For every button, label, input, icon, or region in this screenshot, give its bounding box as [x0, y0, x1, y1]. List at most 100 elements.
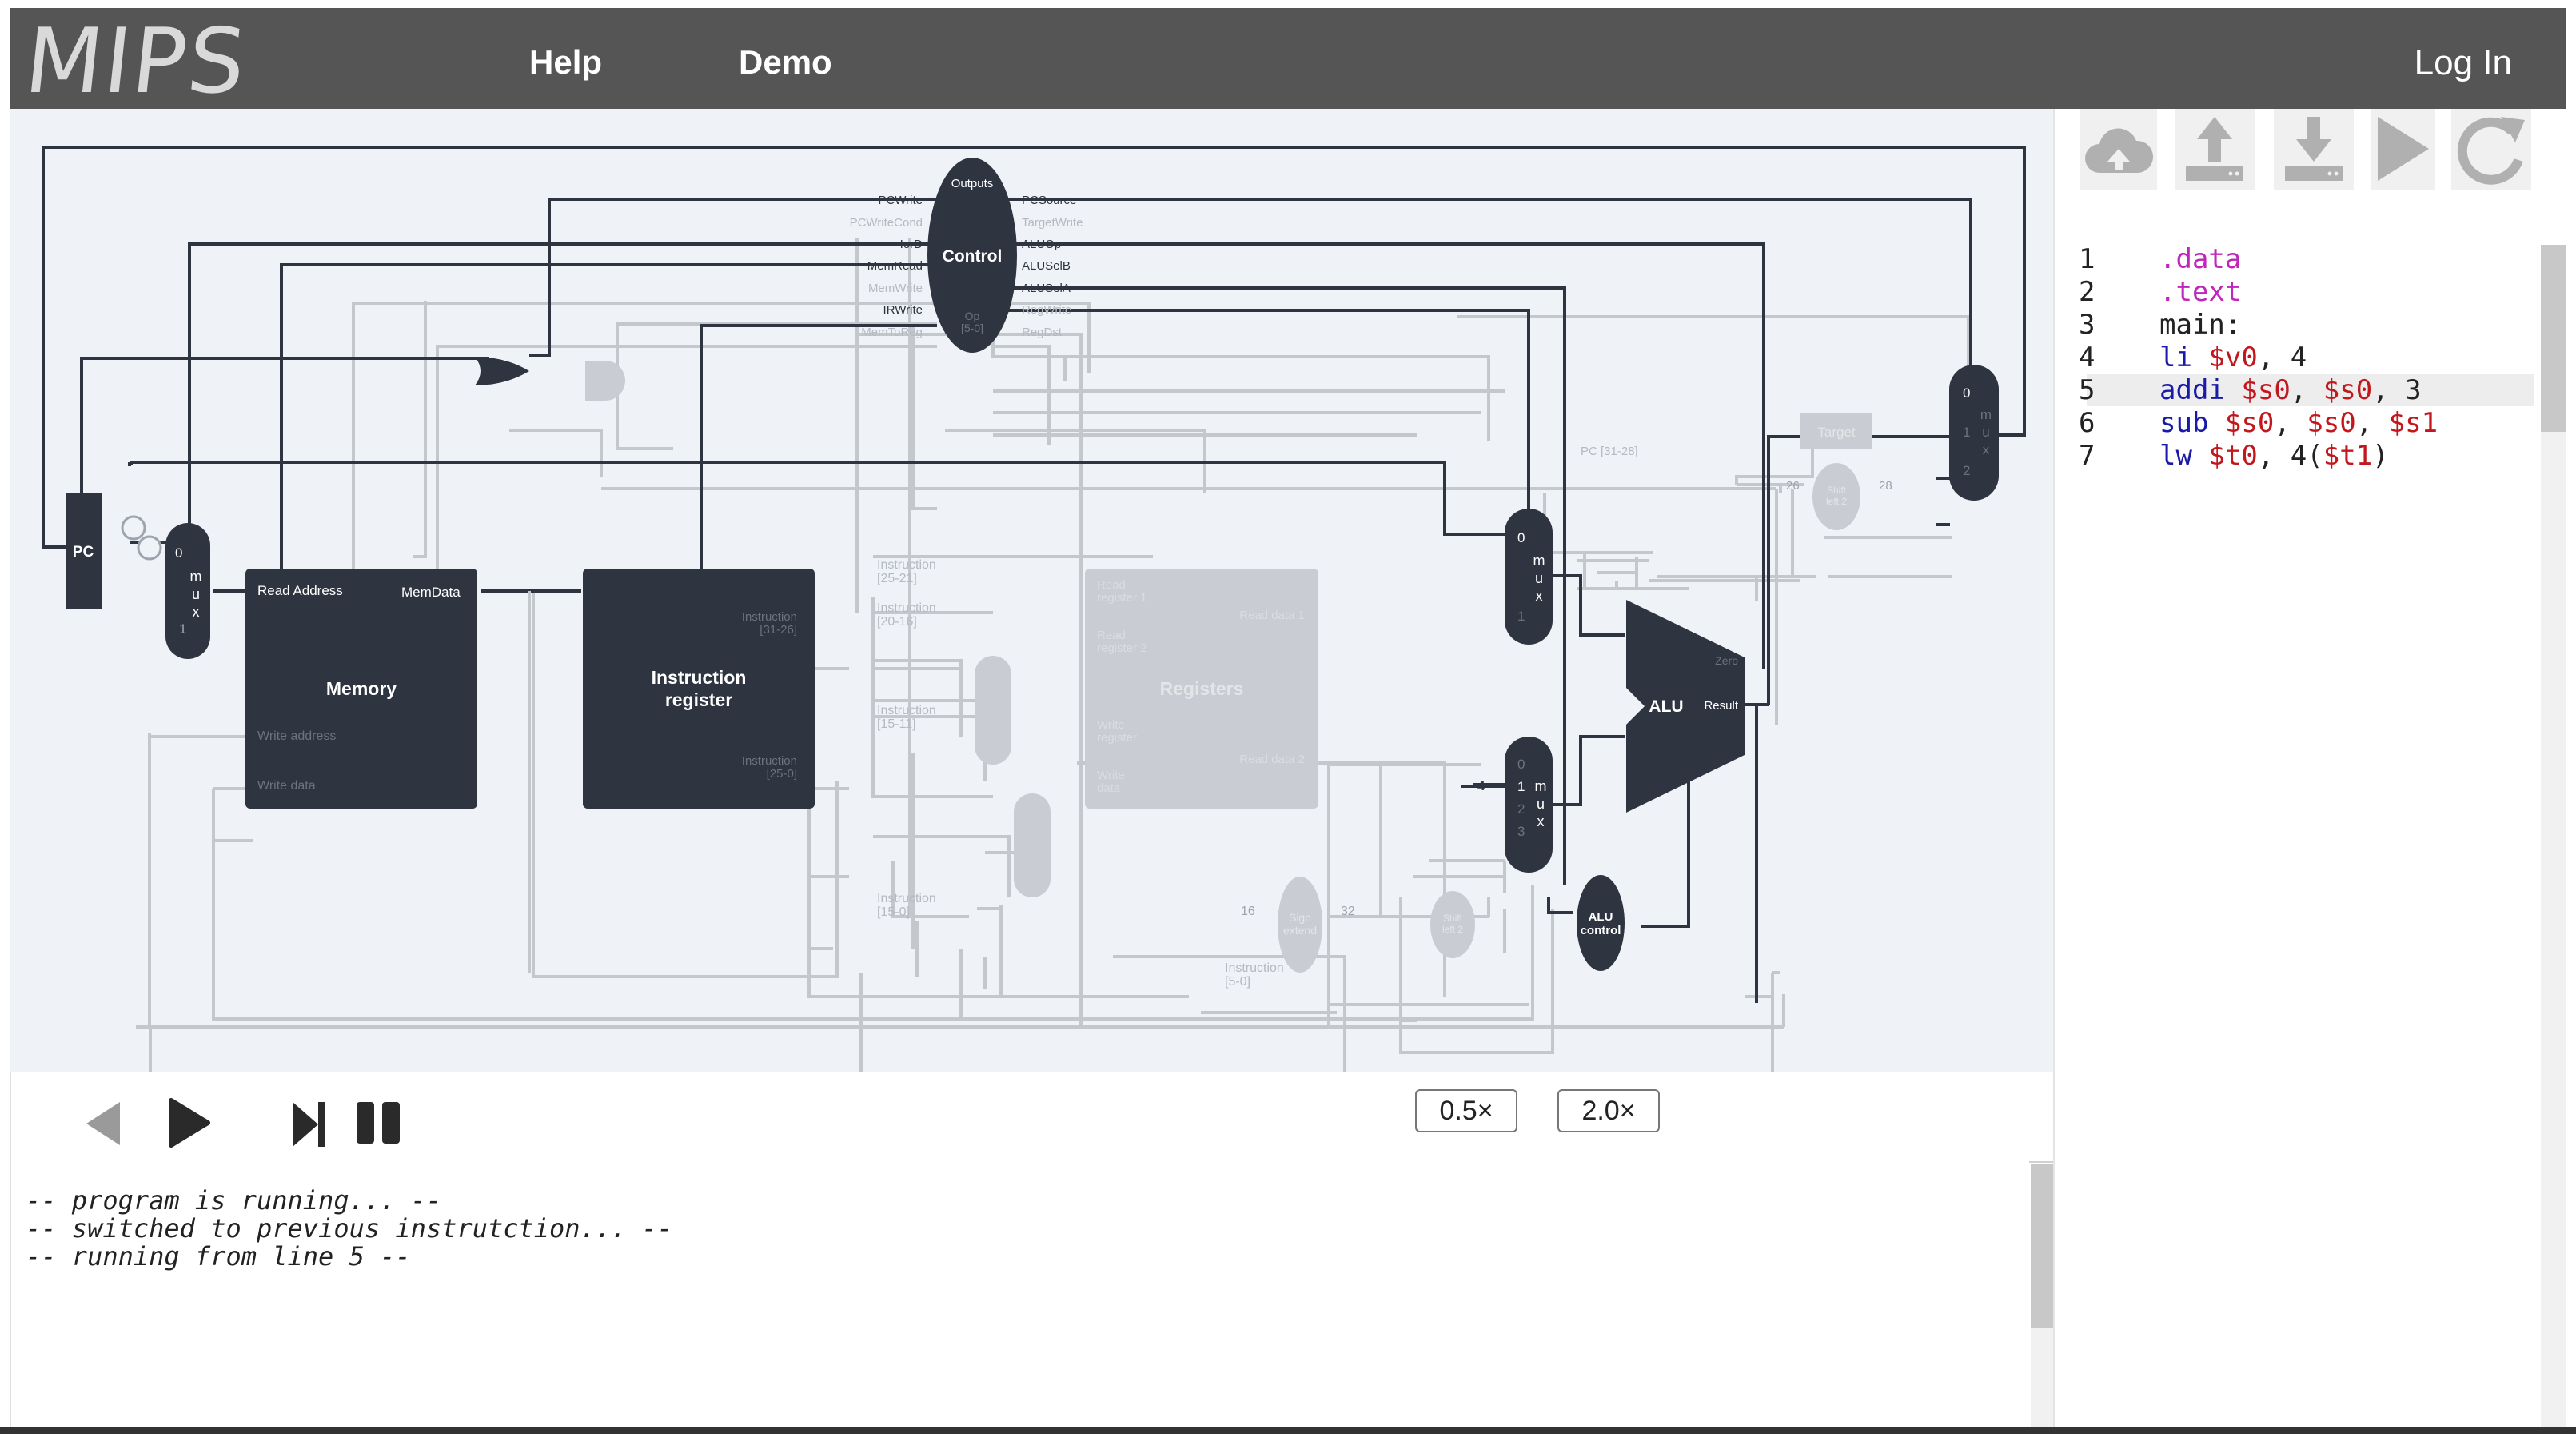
mux-input-label: 1: [179, 621, 186, 637]
field-label: Instruction: [877, 558, 936, 572]
mux-letter: x: [1537, 813, 1545, 829]
alu-control-label: ALU: [1589, 910, 1613, 924]
bits-label: 28: [1879, 479, 1892, 493]
app-logo[interactable]: MIPS: [20, 10, 252, 114]
code-line[interactable]: 7 lw $t0, 4($t1): [2055, 440, 2534, 472]
playback-controls: 0.5× 2.0×: [10, 1072, 2055, 1163]
console-output[interactable]: -- program is running... -- -- switched …: [10, 1161, 2029, 1434]
ir-port-label: [25-0]: [767, 767, 797, 781]
code-token: $s0: [2323, 374, 2373, 406]
step-back-icon: [86, 1102, 120, 1145]
mux-input-label: 0: [175, 545, 182, 561]
mux-letter: u: [1535, 570, 1543, 586]
code-token: $s0: [2241, 374, 2291, 406]
field-label: [15-0]: [877, 905, 910, 919]
console-line: -- running from line 5 --: [26, 1241, 411, 1272]
memory-write-address-label: Write address: [257, 729, 336, 743]
reset-button[interactable]: [2451, 109, 2531, 190]
cloud-upload-button[interactable]: [2080, 109, 2157, 190]
code-line[interactable]: 3 main:: [2055, 309, 2534, 341]
signal-pcwrite: PCWrite: [878, 194, 923, 207]
mux-input-label: 0: [1963, 385, 1970, 401]
speed-double-button[interactable]: 2.0×: [1557, 1089, 1660, 1132]
code-token: .data: [2159, 243, 2242, 275]
nav-demo-link[interactable]: Demo: [739, 43, 832, 82]
control-label: Control: [943, 247, 1003, 266]
register-port-label: register 2: [1097, 641, 1147, 655]
code-line[interactable]: 4 li $v0, 4: [2055, 342, 2534, 373]
speed-half-button[interactable]: 0.5×: [1415, 1089, 1517, 1132]
shift-left-label: Shift: [1443, 913, 1463, 924]
aluselb-mux[interactable]: [1505, 737, 1553, 873]
mux-input-label: 2: [1963, 463, 1970, 478]
sign-extend-label: extend: [1283, 924, 1317, 937]
download-icon: [2285, 117, 2343, 181]
code-line[interactable]: 1 .data: [2055, 243, 2534, 275]
bits-label: 32: [1341, 905, 1355, 918]
mux-letter: m: [1535, 778, 1547, 794]
signal-pcwritecond: PCWriteCond: [850, 216, 923, 230]
code-token: addi: [2159, 374, 2225, 406]
code-text: lw $t0, 4($t1): [2159, 440, 2389, 472]
alusela-mux[interactable]: [1505, 509, 1553, 645]
pc-write-node: [121, 515, 146, 541]
memory-memdata-label: MemData: [401, 585, 461, 600]
field-label: [5-0]: [1225, 975, 1250, 989]
login-link[interactable]: Log In: [2415, 43, 2512, 83]
code-token: main:: [2159, 309, 2242, 341]
mux-input-label: 1: [1963, 425, 1970, 440]
mux-letter: x: [1983, 442, 1990, 457]
download-button[interactable]: [2274, 109, 2354, 190]
line-number: 2: [2079, 276, 2095, 308]
and-gate: [585, 361, 625, 401]
registers-label: Registers: [1160, 678, 1244, 699]
bits-label: 26: [1786, 479, 1800, 493]
pcsource-mux[interactable]: [1949, 365, 1999, 501]
pause-icon: [357, 1102, 400, 1144]
mux-input-label: 1: [1517, 779, 1525, 794]
pc-bits-label: PC [31-28]: [1581, 445, 1638, 458]
editor-scrollbar-thumb[interactable]: [2541, 245, 2566, 432]
step-back-button[interactable]: [85, 1100, 122, 1151]
code-token: .text: [2159, 276, 2242, 308]
mux-input-label: 0: [1517, 757, 1525, 772]
step-forward-button[interactable]: [291, 1100, 328, 1152]
register-port-label: Write: [1097, 769, 1125, 782]
line-number: 6: [2079, 407, 2095, 439]
signal-memread: MemRead: [867, 259, 923, 273]
alu-result-label: Result: [1704, 699, 1738, 713]
code-text: addi $s0, $s0, 3: [2159, 374, 2422, 406]
code-text: .text: [2159, 276, 2241, 308]
play-button[interactable]: [168, 1097, 211, 1152]
code-token: $s0: [2307, 407, 2356, 439]
regdst-mux[interactable]: [975, 656, 1011, 765]
nav-help-link[interactable]: Help: [529, 43, 602, 82]
field-label: [20-16]: [877, 615, 917, 629]
pc-write-node-2: [137, 535, 162, 561]
code-line[interactable]: 2 .text: [2055, 276, 2534, 308]
console-scrollbar-thumb[interactable]: [2031, 1164, 2055, 1328]
mux-letter: u: [1982, 425, 1989, 440]
signal-regdst: RegDst: [1022, 326, 1063, 339]
field-label: [25-21]: [877, 572, 917, 585]
code-text: sub $s0, $s0, $s1: [2159, 407, 2438, 439]
sign-extend-label: Sign: [1289, 911, 1311, 924]
mux-letter: u: [192, 586, 200, 602]
code-token: ,: [2290, 374, 2323, 406]
code-line[interactable]: 6 sub $s0, $s0, $s1: [2055, 407, 2534, 439]
register-port-label: register 1: [1097, 591, 1147, 605]
code-editor[interactable]: 1 .data 2 .text 3 main: 4 li $v0, 4 5 addi $s0, $…: [2055, 243, 2542, 499]
iord-mux[interactable]: [165, 523, 210, 659]
code-line[interactable]: 5 addi $s0, $s0, 3: [2079, 374, 2534, 406]
upload-button[interactable]: [2175, 109, 2255, 190]
code-text: main:: [2159, 309, 2241, 341]
code-token: $s0: [2224, 407, 2275, 439]
mux-letter: u: [1537, 796, 1545, 812]
run-button[interactable]: [2371, 109, 2435, 190]
pause-button[interactable]: [355, 1100, 403, 1149]
field-label: [15-11]: [877, 717, 916, 731]
code-token: $t1: [2323, 440, 2373, 472]
memtoreg-mux[interactable]: [1014, 793, 1051, 897]
